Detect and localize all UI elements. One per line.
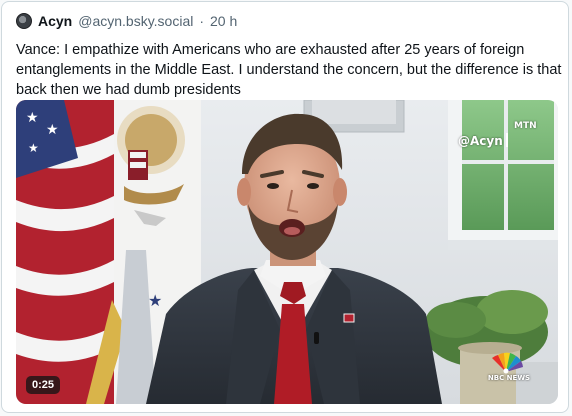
- watermark-mark: MTN: [514, 122, 537, 131]
- svg-text:★: ★: [46, 122, 59, 138]
- watermark-handle: @Acyn: [458, 134, 503, 148]
- post-text: Vance: I empathize with Americans who ar…: [16, 42, 562, 98]
- author-handle[interactable]: @acyn.bsky.social: [78, 13, 193, 29]
- network-logo-text: NBC NEWS: [487, 374, 531, 382]
- nbc-peacock-icon: [492, 352, 523, 374]
- svg-text:★: ★: [148, 291, 162, 310]
- video-duration: 0:25: [26, 376, 61, 394]
- avatar[interactable]: [16, 13, 32, 29]
- post-card[interactable]: Acyn @acyn.bsky.social · 20 h Vance: I e…: [1, 1, 569, 413]
- svg-text:★: ★: [28, 141, 39, 155]
- post-age[interactable]: 20 h: [210, 13, 237, 29]
- meta-separator: ·: [199, 13, 205, 29]
- video-player[interactable]: ★ ★ ★ ★ @Acyn NBC NEWS 0:25: [16, 100, 558, 404]
- network-logo: NBC NEWS: [486, 352, 532, 382]
- author-name[interactable]: Acyn: [38, 13, 72, 29]
- watermark-divider: [505, 133, 508, 147]
- video-watermark: @Acyn: [458, 133, 511, 148]
- post-header: Acyn @acyn.bsky.social · 20 h: [16, 13, 237, 29]
- svg-text:★: ★: [26, 110, 39, 126]
